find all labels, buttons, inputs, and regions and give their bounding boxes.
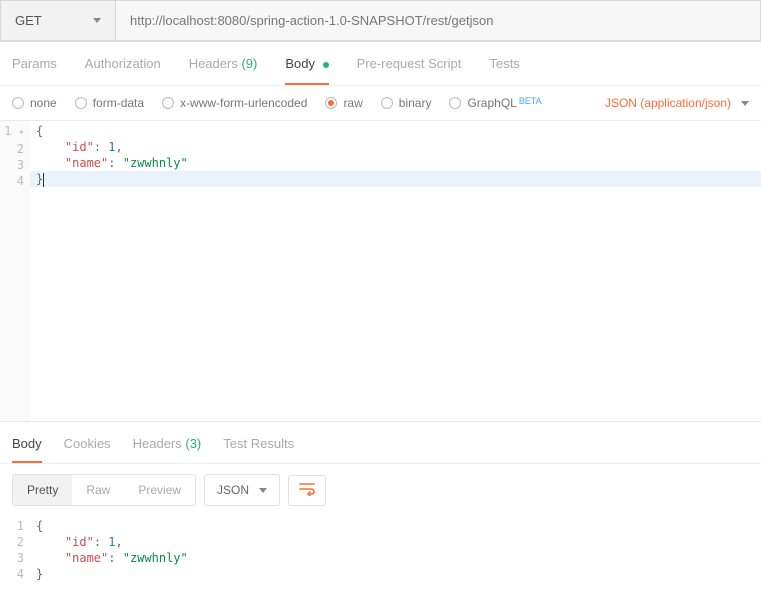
- body-type-row: none form-data x-www-form-urlencoded raw…: [0, 86, 761, 121]
- code-area[interactable]: { "id": 1, "name": "zwwhnly" }: [30, 121, 761, 421]
- request-tabs: Params Authorization Headers (9) Body Pr…: [0, 42, 761, 86]
- json-key: "id": [65, 140, 94, 154]
- chevron-down-icon: [741, 101, 749, 106]
- tab-body[interactable]: Body: [285, 56, 328, 85]
- content-type-select[interactable]: JSON (application/json): [605, 96, 749, 110]
- response-tabs: Body Cookies Headers (3) Test Results: [0, 421, 761, 464]
- json-value: 1: [108, 140, 115, 154]
- radio-icon: [12, 97, 24, 109]
- json-key: "name": [65, 551, 108, 565]
- graphql-label: GraphQL: [467, 96, 516, 110]
- radio-label: raw: [343, 96, 362, 110]
- headers-count: (9): [241, 56, 257, 71]
- radio-label: binary: [399, 96, 432, 110]
- http-method-select[interactable]: GET: [0, 0, 115, 41]
- resp-tab-tests[interactable]: Test Results: [223, 436, 294, 463]
- view-preview[interactable]: Preview: [124, 475, 195, 505]
- radio-icon: [162, 97, 174, 109]
- resp-headers-label: Headers: [133, 436, 182, 451]
- json-value: "zwwhnly": [123, 551, 188, 565]
- fold-icon: ▾: [19, 128, 24, 138]
- text-cursor: [43, 173, 44, 187]
- response-body-editor[interactable]: 1 2 3 4 { "id": 1, "name": "zwwhnly" }: [0, 516, 761, 582]
- json-value: 1: [108, 535, 115, 549]
- radio-icon: [449, 97, 461, 109]
- line-num: 1: [0, 518, 24, 534]
- beta-badge: BETA: [519, 96, 542, 106]
- format-label: JSON: [217, 483, 249, 497]
- line-num: 3: [0, 157, 24, 173]
- modified-dot-icon: [323, 62, 329, 68]
- body-type-raw[interactable]: raw: [325, 96, 362, 110]
- json-value: "zwwhnly": [123, 156, 188, 170]
- radio-label: GraphQLBETA: [467, 96, 541, 110]
- headers-label: Headers: [189, 56, 238, 71]
- line-num: 1: [4, 124, 11, 138]
- radio-icon: [75, 97, 87, 109]
- body-type-none[interactable]: none: [12, 96, 57, 110]
- line-num: 4: [0, 566, 24, 582]
- body-type-binary[interactable]: binary: [381, 96, 432, 110]
- chevron-down-icon: [93, 18, 101, 23]
- view-mode-group: Pretty Raw Preview: [12, 474, 196, 506]
- format-dropdown[interactable]: JSON: [204, 474, 280, 506]
- line-num: 2: [0, 534, 24, 550]
- resp-tab-body[interactable]: Body: [12, 436, 42, 463]
- line-num: 3: [0, 550, 24, 566]
- content-type-label: JSON (application/json): [605, 96, 731, 110]
- response-toolbar: Pretty Raw Preview JSON: [0, 464, 761, 516]
- resp-tab-cookies[interactable]: Cookies: [64, 436, 111, 463]
- tab-headers[interactable]: Headers (9): [189, 56, 258, 85]
- body-label: Body: [285, 56, 315, 71]
- json-key: "id": [65, 535, 94, 549]
- radio-label: x-www-form-urlencoded: [180, 96, 307, 110]
- radio-label: form-data: [93, 96, 144, 110]
- line-gutter: 1 ▾ 2 3 4: [0, 121, 30, 421]
- body-type-graphql[interactable]: GraphQLBETA: [449, 96, 541, 110]
- tab-prerequest[interactable]: Pre-request Script: [357, 56, 462, 85]
- chevron-down-icon: [259, 488, 267, 493]
- radio-icon: [381, 97, 393, 109]
- radio-label: none: [30, 96, 57, 110]
- request-body-editor[interactable]: 1 ▾ 2 3 4 { "id": 1, "name": "zwwhnly" }: [0, 121, 761, 421]
- body-type-formdata[interactable]: form-data: [75, 96, 144, 110]
- tab-tests[interactable]: Tests: [489, 56, 519, 85]
- resp-headers-count: (3): [185, 436, 201, 451]
- line-num: 4: [0, 173, 24, 189]
- request-top-bar: GET http://localhost:8080/spring-action-…: [0, 0, 761, 42]
- tab-params[interactable]: Params: [12, 56, 57, 85]
- line-gutter: 1 2 3 4: [0, 516, 30, 582]
- line-num: 2: [0, 141, 24, 157]
- http-method-label: GET: [15, 13, 42, 28]
- radio-icon: [325, 97, 337, 109]
- wrap-lines-button[interactable]: [288, 475, 326, 506]
- code-area: { "id": 1, "name": "zwwhnly" }: [30, 516, 761, 582]
- url-text: http://localhost:8080/spring-action-1.0-…: [130, 13, 493, 28]
- url-input[interactable]: http://localhost:8080/spring-action-1.0-…: [115, 0, 761, 41]
- tab-authorization[interactable]: Authorization: [85, 56, 161, 85]
- view-raw[interactable]: Raw: [72, 475, 124, 505]
- body-type-urlencoded[interactable]: x-www-form-urlencoded: [162, 96, 307, 110]
- resp-tab-headers[interactable]: Headers (3): [133, 436, 202, 463]
- wrap-icon: [299, 482, 315, 496]
- json-key: "name": [65, 156, 108, 170]
- view-pretty[interactable]: Pretty: [13, 475, 72, 505]
